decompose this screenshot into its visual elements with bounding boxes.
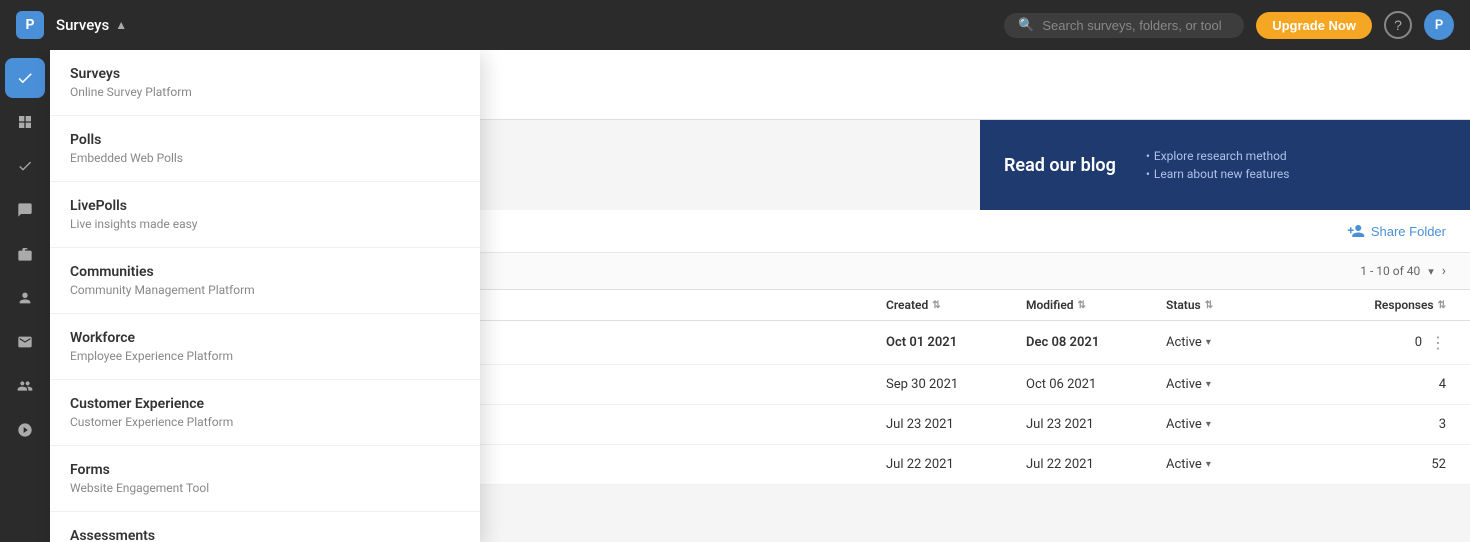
blog-banner-links: • Explore research method • Learn about …: [1146, 149, 1290, 181]
col-header-modified[interactable]: Modified ⇅: [1026, 298, 1166, 312]
row-responses-1: 0 ⋮: [1326, 333, 1446, 352]
blog-banner-title: Read our blog: [1004, 155, 1116, 176]
row-status-1: Active ▾: [1166, 335, 1326, 350]
sidebar-item-people[interactable]: [5, 410, 45, 450]
sidebar-item-group[interactable]: [5, 366, 45, 406]
sidebar-item-person[interactable]: [5, 278, 45, 318]
row-created-3: Jul 23 2021: [886, 417, 1026, 432]
share-folder-label: Share Folder: [1371, 224, 1446, 239]
row-modified-2: Oct 06 2021: [1026, 377, 1166, 392]
share-icon: [1347, 222, 1365, 240]
title-chevron-icon: ▲: [115, 18, 127, 32]
blog-link-2[interactable]: • Learn about new features: [1146, 167, 1290, 181]
row-created-4: Jul 22 2021: [886, 457, 1026, 472]
blog-link-1[interactable]: • Explore research method: [1146, 149, 1290, 163]
sidebar-item-check[interactable]: [5, 146, 45, 186]
created-sort-icon: ⇅: [932, 300, 940, 311]
blog-banner[interactable]: Read our blog • Explore research method …: [980, 120, 1470, 210]
row-modified-4: Jul 22 2021: [1026, 457, 1166, 472]
responses-sort-icon: ⇅: [1438, 300, 1446, 311]
menu-item-assessments[interactable]: Assessments Vendor Risk Management: [50, 512, 480, 542]
row-status-3: Active ▾: [1166, 417, 1326, 432]
pagination: 1 - 10 of 40 ▾ ›: [1360, 263, 1446, 279]
search-icon: 🔍: [1018, 18, 1034, 33]
menu-item-forms[interactable]: Forms Website Engagement Tool: [50, 446, 480, 512]
sidebar-item-message[interactable]: [5, 322, 45, 362]
sidebar-item-briefcase[interactable]: [5, 234, 45, 274]
help-button[interactable]: ?: [1384, 11, 1412, 39]
upgrade-button[interactable]: Upgrade Now: [1256, 12, 1372, 39]
modified-sort-icon: ⇅: [1078, 300, 1086, 311]
status-chevron-1[interactable]: ▾: [1206, 337, 1211, 348]
status-chevron-3[interactable]: ▾: [1206, 419, 1211, 430]
row-created-2: Sep 30 2021: [886, 377, 1026, 392]
search-input[interactable]: [1042, 18, 1222, 33]
share-folder-button[interactable]: Share Folder: [1347, 222, 1446, 240]
app-title[interactable]: Surveys ▲: [56, 16, 127, 34]
app-logo: P: [16, 11, 44, 39]
row-status-2: Active ▾: [1166, 377, 1326, 392]
menu-item-cx[interactable]: Customer Experience Customer Experience …: [50, 380, 480, 446]
pagination-next-icon[interactable]: ›: [1442, 263, 1446, 279]
row-created-1: Oct 01 2021: [886, 335, 1026, 350]
user-avatar[interactable]: P: [1424, 10, 1454, 40]
col-header-responses[interactable]: Responses ⇅: [1326, 298, 1446, 312]
pagination-label: 1 - 10 of 40: [1360, 264, 1420, 278]
search-box: 🔍: [1004, 13, 1244, 38]
row-menu-1[interactable]: ⋮: [1430, 333, 1446, 352]
menu-item-livepolls[interactable]: LivePolls Live insights made easy: [50, 182, 480, 248]
status-sort-icon: ⇅: [1205, 300, 1213, 311]
pagination-dropdown-icon[interactable]: ▾: [1428, 265, 1434, 278]
col-header-created[interactable]: Created ⇅: [886, 298, 1026, 312]
row-status-4: Active ▾: [1166, 457, 1326, 472]
menu-item-workforce[interactable]: Workforce Employee Experience Platform: [50, 314, 480, 380]
status-chevron-4[interactable]: ▾: [1206, 459, 1211, 470]
top-navigation: P Surveys ▲ 🔍 Upgrade Now ? P: [0, 0, 1470, 50]
col-header-status[interactable]: Status ⇅: [1166, 298, 1326, 312]
menu-item-polls[interactable]: Polls Embedded Web Polls: [50, 116, 480, 182]
row-modified-3: Jul 23 2021: [1026, 417, 1166, 432]
product-dropdown-menu: Surveys Online Survey Platform Polls Emb…: [50, 50, 480, 542]
menu-item-surveys[interactable]: Surveys Online Survey Platform: [50, 50, 480, 116]
sidebar-item-grid[interactable]: [5, 102, 45, 142]
row-responses-2: 4: [1326, 377, 1446, 392]
row-modified-1: Dec 08 2021: [1026, 335, 1166, 350]
left-sidebar: [0, 50, 50, 542]
sidebar-item-chat[interactable]: [5, 190, 45, 230]
menu-item-communities[interactable]: Communities Community Management Platfor…: [50, 248, 480, 314]
status-chevron-2[interactable]: ▾: [1206, 379, 1211, 390]
row-responses-4: 52: [1326, 457, 1446, 472]
sidebar-item-surveys[interactable]: [5, 58, 45, 98]
row-responses-3: 3: [1326, 417, 1446, 432]
